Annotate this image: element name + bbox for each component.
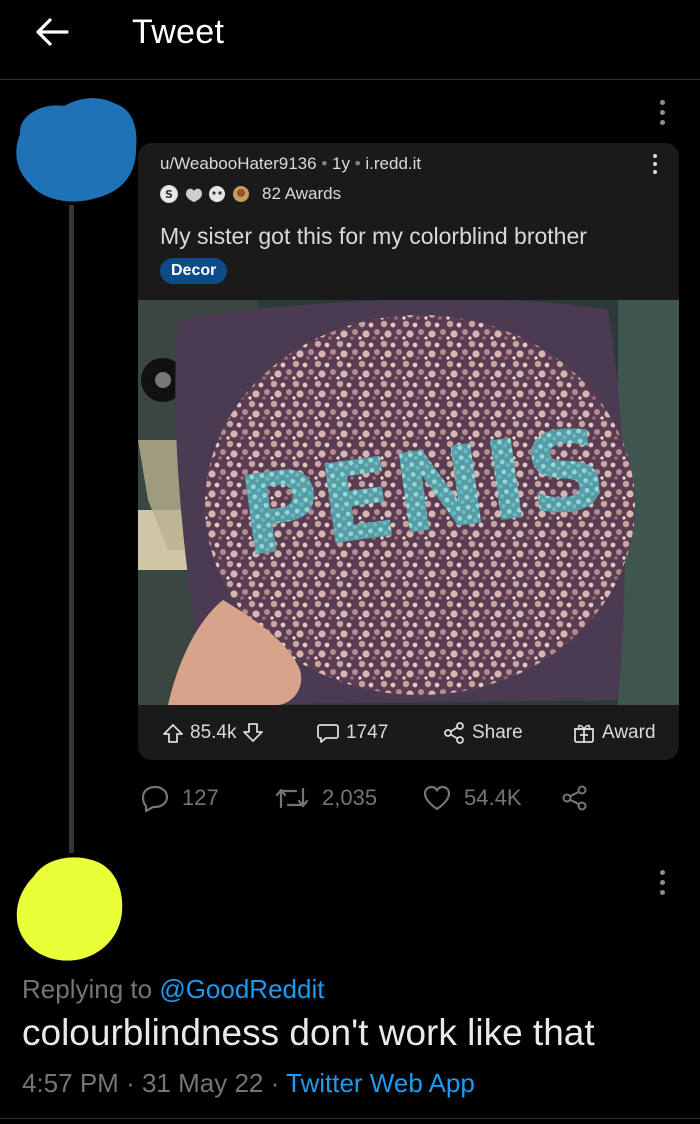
share-icon bbox=[444, 721, 464, 744]
replying-handle[interactable]: @GoodReddit bbox=[159, 974, 324, 1004]
post-image: PENIS bbox=[138, 300, 679, 705]
reply-icon bbox=[141, 785, 169, 813]
retweet-icon bbox=[275, 787, 309, 809]
reply-button[interactable]: 127 bbox=[140, 778, 219, 818]
award-label: Award bbox=[602, 721, 656, 743]
back-button[interactable] bbox=[30, 12, 74, 52]
reddit-post-title: My sister got this for my colorblind bro… bbox=[160, 223, 587, 249]
reddit-domain: i.redd.it bbox=[365, 154, 422, 173]
retweet-button[interactable]: 2,035 bbox=[274, 778, 377, 818]
retweet-count: 2,035 bbox=[322, 785, 378, 810]
reddit-action-bar: 85.4k 1747 Share Award bbox=[138, 705, 679, 760]
tweet-action-bar: 127 2,035 54.4K bbox=[140, 778, 620, 818]
reddit-post-meta: u/WeabooHater9136 • 1y • i.redd.it bbox=[160, 154, 422, 173]
pillow-photo: PENIS bbox=[138, 300, 679, 705]
tweet-more-button[interactable] bbox=[650, 92, 674, 132]
awards-count: 82 Awards bbox=[262, 184, 342, 203]
share-icon bbox=[562, 785, 587, 811]
downvote-icon bbox=[243, 722, 264, 742]
like-button[interactable]: 54.4K bbox=[422, 778, 522, 818]
top-bar: Tweet bbox=[0, 0, 700, 80]
page-title: Tweet bbox=[132, 13, 225, 51]
embedded-reddit-screenshot[interactable]: u/WeabooHater9136 • 1y • i.redd.it S 82 … bbox=[138, 143, 679, 760]
reddit-post-age: 1y bbox=[332, 154, 350, 173]
svg-text:S: S bbox=[165, 188, 173, 201]
upvote-count: 85.4k bbox=[190, 721, 237, 743]
tweet-share-button[interactable] bbox=[560, 778, 590, 818]
post-flair: Decor bbox=[160, 258, 228, 284]
reddit-award: Award bbox=[572, 705, 656, 760]
tweet-date[interactable]: 31 May 22 bbox=[142, 1068, 263, 1098]
reply-more-button[interactable] bbox=[650, 862, 674, 902]
helpful-award-icon bbox=[208, 185, 226, 203]
replying-to: Replying to @GoodReddit bbox=[22, 972, 324, 1006]
silver-award-icon: S bbox=[160, 185, 178, 203]
tweet-source[interactable]: Twitter Web App bbox=[286, 1068, 475, 1098]
divider bbox=[0, 1118, 700, 1119]
reddit-comments: 1747 bbox=[316, 705, 388, 760]
comment-icon bbox=[317, 723, 339, 743]
share-label: Share bbox=[472, 721, 523, 743]
tweet-time[interactable]: 4:57 PM bbox=[22, 1068, 119, 1098]
more-icon bbox=[659, 869, 665, 875]
reddit-vote: 85.4k bbox=[162, 705, 264, 760]
like-icon bbox=[423, 785, 451, 811]
reply-count: 127 bbox=[182, 785, 219, 810]
reddit-more-button bbox=[645, 149, 665, 179]
wholesome-award-icon bbox=[184, 185, 202, 203]
reply-tweet-text: colourblindness don't work like that bbox=[22, 1012, 595, 1053]
thread-line bbox=[69, 205, 74, 853]
reddit-author: u/WeabooHater9136 bbox=[160, 154, 317, 173]
comment-count: 1747 bbox=[346, 721, 389, 743]
upvote-icon bbox=[163, 723, 183, 743]
replying-prefix: Replying to bbox=[22, 974, 153, 1004]
award-icon bbox=[574, 724, 594, 743]
more-icon bbox=[659, 99, 665, 105]
censored-avatar-reply[interactable] bbox=[14, 852, 126, 964]
back-arrow-icon bbox=[36, 18, 69, 46]
tweet-timestamp: 4:57 PM · 31 May 22 · Twitter Web App bbox=[22, 1068, 475, 1098]
awards-row: S 82 Awards bbox=[160, 183, 341, 205]
like-count: 54.4K bbox=[464, 785, 522, 810]
censored-avatar[interactable] bbox=[12, 96, 140, 204]
gold-award-icon bbox=[232, 185, 250, 203]
reddit-share: Share bbox=[442, 705, 523, 760]
